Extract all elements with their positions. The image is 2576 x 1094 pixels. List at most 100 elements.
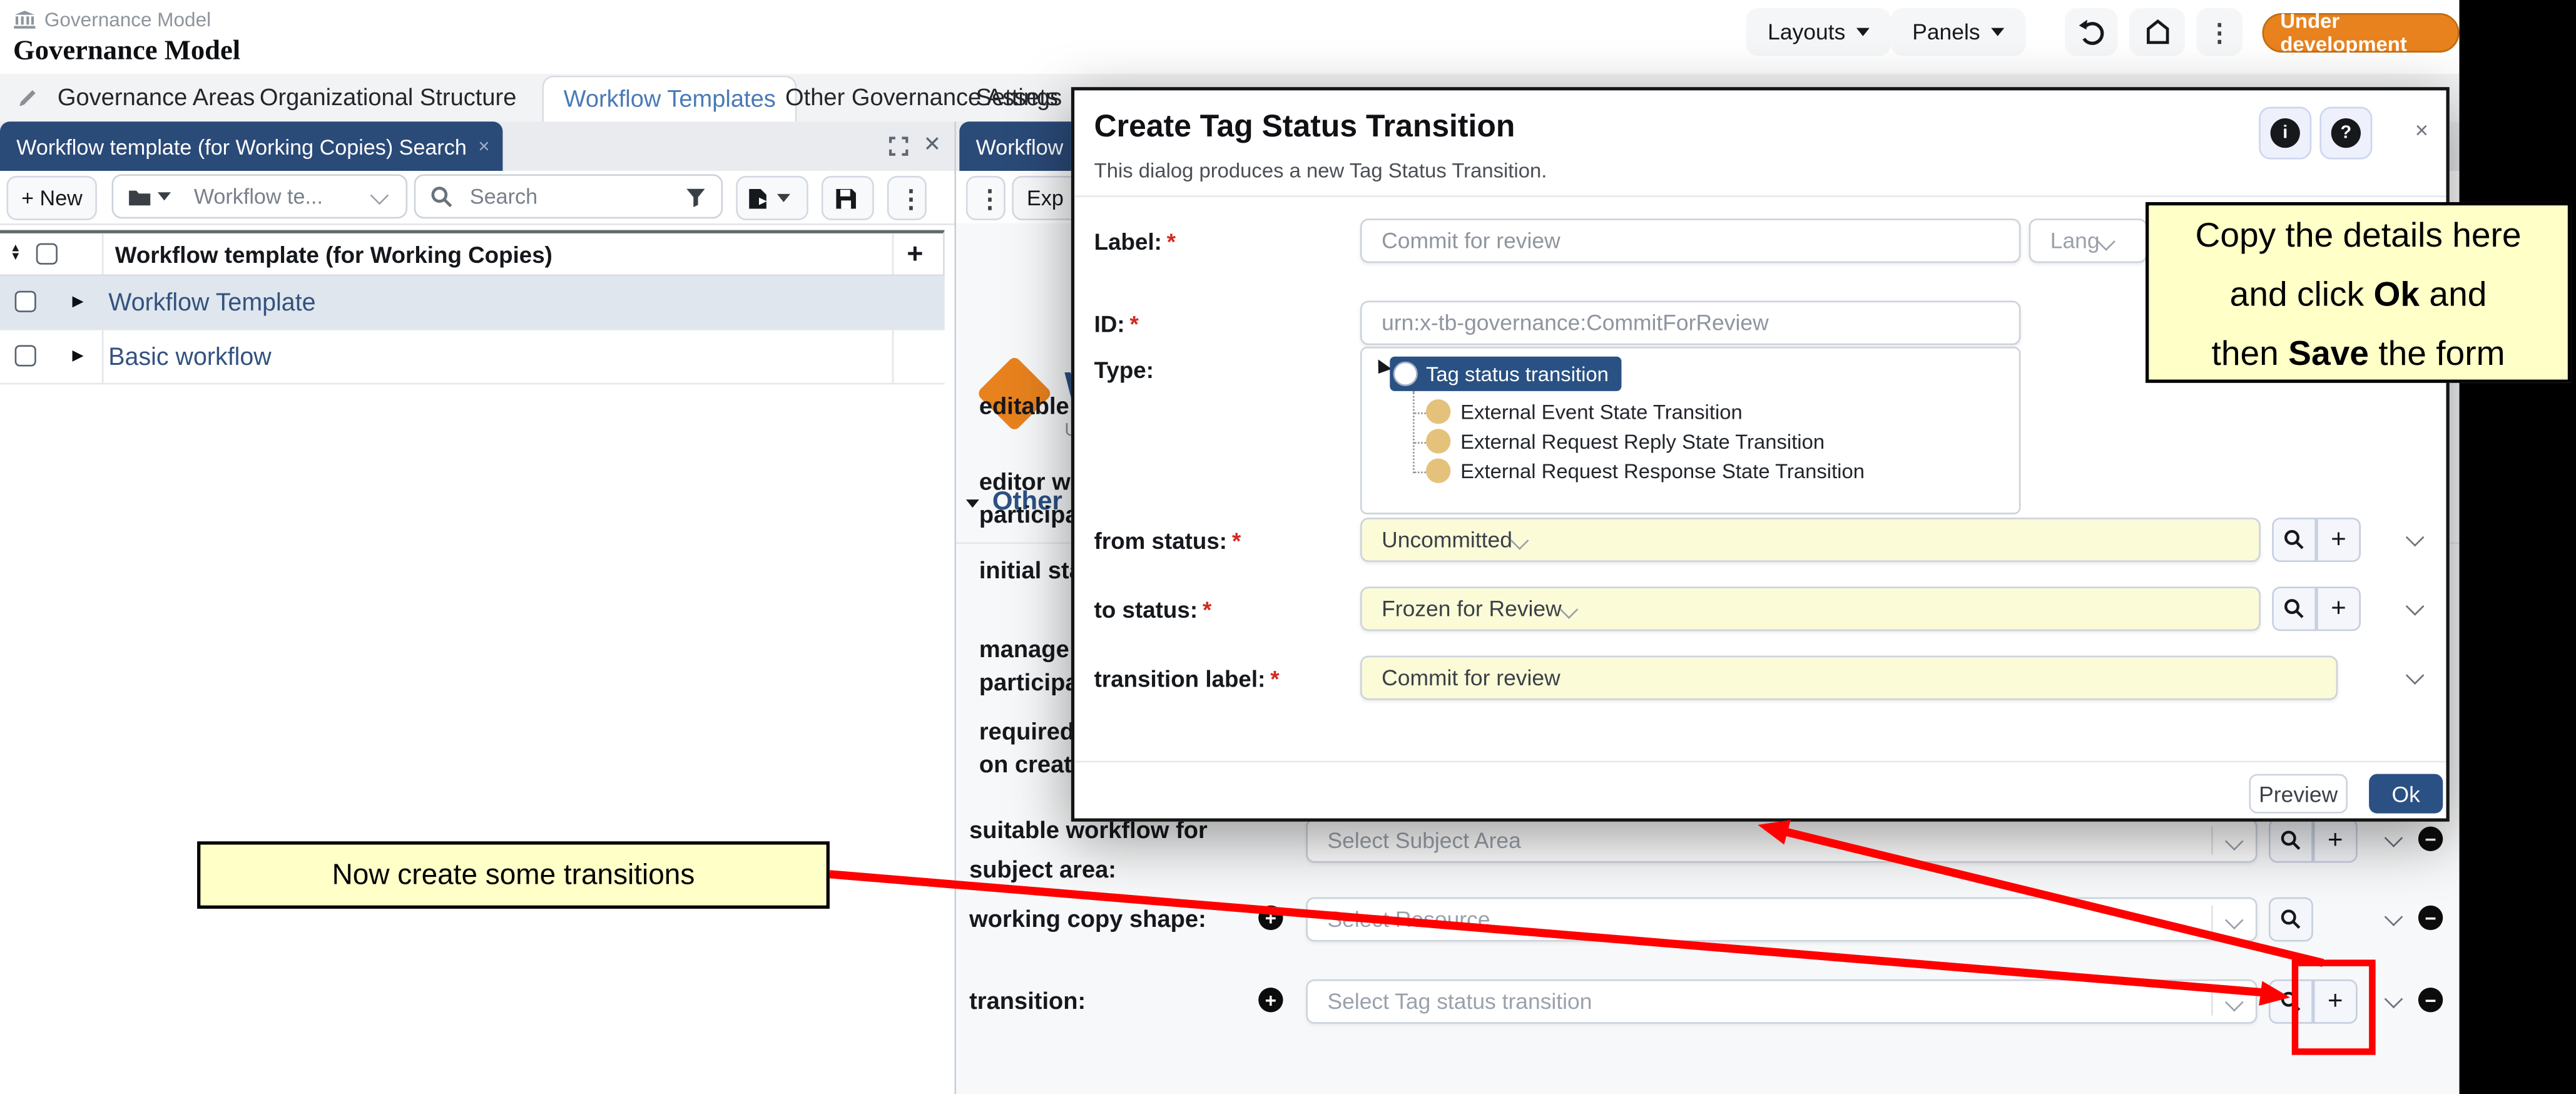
- lang-select[interactable]: Lang: [2029, 218, 2147, 263]
- tree-connector: [1413, 412, 1426, 414]
- row-checkbox[interactable]: [15, 291, 36, 312]
- id-input[interactable]: urn:x-tb-governance:CommitForReview: [1360, 300, 2020, 345]
- new-button[interactable]: + New: [7, 176, 98, 220]
- row-expander-icon[interactable]: ▶: [73, 347, 84, 365]
- tree-node-label: Tag status transition: [1426, 362, 1609, 386]
- search-panel-tabstrip: Workflow template (for Working Copies) S…: [0, 121, 956, 172]
- row-label[interactable]: Basic workflow: [108, 344, 271, 372]
- field-label-fragment: participa: [979, 670, 1079, 697]
- table-row[interactable]: ▶ Workflow Template: [0, 276, 945, 330]
- filter-icon[interactable]: [685, 187, 706, 208]
- screenshot-viewport: Governance Model Governance Model Layout…: [0, 0, 2576, 1094]
- lookup-button[interactable]: [2272, 518, 2316, 562]
- subject-area-input[interactable]: Select Subject Area: [1306, 819, 2257, 863]
- row-label[interactable]: Workflow Template: [108, 289, 315, 317]
- required-asterisk: *: [1130, 310, 1139, 337]
- add-button[interactable]: +: [2316, 518, 2361, 562]
- column-divider: [892, 276, 894, 329]
- add-field-icon[interactable]: +: [1258, 906, 1283, 930]
- lookup-button[interactable]: [2269, 819, 2313, 863]
- info-button[interactable]: i: [2259, 107, 2311, 160]
- tree-collapse-icon[interactable]: [1372, 359, 1392, 378]
- expand-panel-icon[interactable]: [888, 136, 909, 156]
- chevron-down-icon[interactable]: [2225, 911, 2244, 929]
- tree-node[interactable]: External Request Reply State Transition: [1426, 429, 1825, 453]
- select-divider: [2211, 827, 2213, 855]
- add-field-icon[interactable]: +: [1258, 988, 1283, 1012]
- help-button[interactable]: ?: [2319, 107, 2372, 160]
- transition-label-value: Commit for review: [1382, 665, 1560, 690]
- row-collapse-chevron[interactable]: [2406, 597, 2425, 616]
- select-all-checkbox[interactable]: [36, 243, 58, 265]
- tree-node[interactable]: External Event State Transition: [1426, 399, 1743, 424]
- tree-node-selected[interactable]: Tag status transition: [1390, 357, 1622, 391]
- search-input[interactable]: Search: [414, 174, 723, 218]
- type-tree: Tag status transition External Event Sta…: [1360, 347, 2020, 514]
- ok-button[interactable]: Ok: [2369, 774, 2443, 814]
- results-table-header: ▲ ▼ Workflow template (for Working Copie…: [0, 230, 945, 277]
- tree-node[interactable]: External Request Response State Transiti…: [1426, 459, 1865, 483]
- required-asterisk: *: [1270, 665, 1279, 692]
- row-collapse-chevron[interactable]: [2406, 666, 2425, 685]
- remove-field-icon[interactable]: −: [2418, 827, 2443, 851]
- row-collapse-chevron[interactable]: [2406, 528, 2425, 547]
- add-button[interactable]: +: [2313, 819, 2358, 863]
- subject-area-label-line2: subject area:: [969, 858, 1116, 884]
- scope-select-group[interactable]: Workflow te...: [112, 174, 408, 218]
- from-status-input[interactable]: Uncommitted: [1360, 518, 2261, 562]
- remove-field-icon[interactable]: −: [2418, 906, 2443, 930]
- working-copy-input[interactable]: Select Resource: [1306, 897, 2257, 942]
- application-window: Governance Model Governance Model Layout…: [0, 0, 2460, 1094]
- folder-icon: [128, 187, 151, 207]
- preview-button[interactable]: Preview: [2249, 774, 2348, 814]
- header-kebab-button[interactable]: ⋮: [2196, 8, 2243, 56]
- save-button[interactable]: [822, 176, 874, 220]
- home-button[interactable]: [2129, 8, 2185, 56]
- layouts-button[interactable]: Layouts: [1746, 8, 1891, 56]
- close-panel-icon[interactable]: ✕: [924, 131, 942, 158]
- column-divider: [102, 233, 104, 275]
- tab-settings[interactable]: Settings: [976, 74, 1062, 121]
- row-checkbox[interactable]: [15, 345, 36, 366]
- form-toolbar-kebab[interactable]: ⋮: [966, 176, 1005, 220]
- table-row[interactable]: ▶ Basic workflow: [0, 330, 945, 385]
- dialog-close-icon[interactable]: ×: [2415, 116, 2428, 143]
- dialog-footer-divider: [1074, 761, 2446, 763]
- add-button[interactable]: +: [2316, 586, 2361, 631]
- panels-button[interactable]: Panels: [1891, 8, 2026, 56]
- type-field-label: Type:: [1094, 357, 1154, 383]
- transition-label-input[interactable]: Commit for review: [1360, 656, 2338, 700]
- row-expander-icon[interactable]: ▶: [73, 292, 84, 310]
- tab-workflow-templates[interactable]: Workflow Templates: [542, 76, 797, 123]
- working-copy-placeholder: Select Resource: [1327, 907, 1490, 931]
- add-column-button[interactable]: +: [907, 238, 923, 272]
- remove-field-icon[interactable]: −: [2418, 988, 2443, 1012]
- column-divider: [892, 330, 894, 383]
- tab-governance-areas[interactable]: Governance Areas: [58, 74, 255, 121]
- transition-input[interactable]: Select Tag status transition: [1306, 979, 2257, 1024]
- undo-button[interactable]: [2065, 8, 2117, 56]
- lookup-button[interactable]: [2269, 897, 2313, 942]
- column-header[interactable]: Workflow template (for Working Copies): [115, 242, 552, 268]
- new-button-label: + New: [21, 186, 83, 210]
- search-icon: [2280, 830, 2301, 851]
- sort-icon[interactable]: ▲ ▼: [10, 245, 21, 261]
- id-input-value: urn:x-tb-governance:CommitForReview: [1382, 310, 1769, 335]
- label-input[interactable]: Commit for review: [1360, 218, 2020, 263]
- chevron-down-icon: [158, 192, 171, 200]
- search-toolbar-kebab[interactable]: ⋮: [887, 176, 927, 220]
- to-status-buttons: +: [2272, 586, 2361, 631]
- column-divider: [102, 330, 104, 383]
- lookup-button[interactable]: [2272, 586, 2316, 631]
- export-button[interactable]: [736, 176, 808, 220]
- search-placeholder: Search: [470, 184, 537, 208]
- chevron-down-icon[interactable]: [2225, 832, 2244, 851]
- tab-organizational-structure[interactable]: Organizational Structure: [260, 74, 517, 121]
- chevron-down-icon[interactable]: [2225, 993, 2244, 1012]
- tab-close-icon[interactable]: ×: [478, 135, 489, 158]
- chevron-down-icon[interactable]: [1510, 531, 1529, 550]
- field-label-fragment: editor wo: [979, 470, 1085, 496]
- tree-node-icon: [1426, 459, 1450, 483]
- search-panel-tab[interactable]: Workflow template (for Working Copies) S…: [0, 121, 502, 171]
- to-status-input[interactable]: Frozen for Review: [1360, 586, 2261, 631]
